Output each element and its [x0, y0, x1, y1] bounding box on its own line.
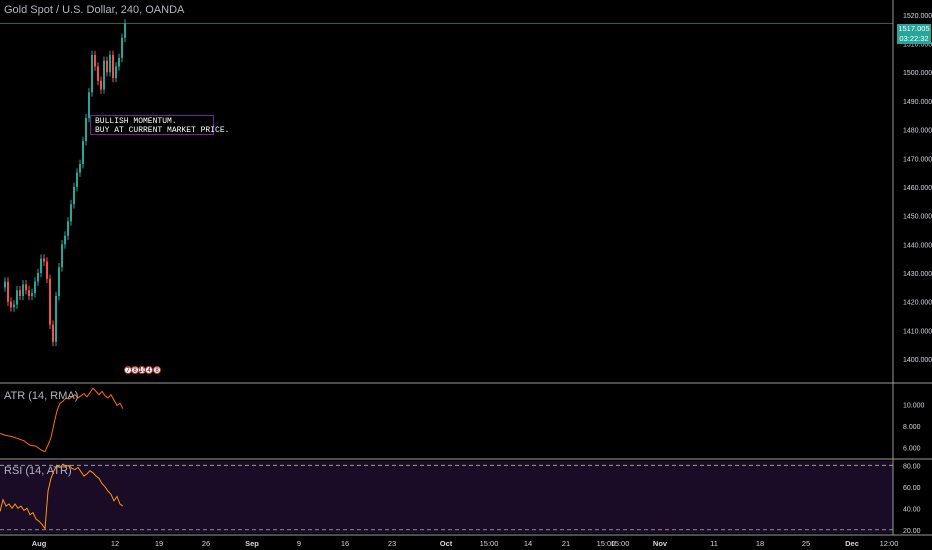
candle-body [94, 55, 96, 67]
time-axis-label: Aug [32, 539, 47, 548]
candle-body [91, 55, 93, 93]
price-tick-label: 1430.000 [903, 271, 932, 278]
time-axis-label: Sep [245, 539, 259, 548]
time-axis-label: 16 [341, 539, 349, 548]
rsi-label: RSI (14, ATR) [4, 465, 72, 477]
time-axis-label: Oct [440, 539, 453, 548]
candle-body [82, 141, 84, 165]
time-axis-label: 9 [297, 539, 301, 548]
price-tick-label: 1460.000 [903, 185, 932, 192]
countdown-badge: 03:22:32 [897, 34, 931, 44]
chart-canvas[interactable]: 1520.0001510.0001500.0001490.0001480.000… [0, 0, 932, 550]
candle-body [76, 172, 78, 187]
rsi-tick-label: 60.00 [903, 485, 921, 492]
economic-event-icon[interactable]: 8 [153, 366, 161, 374]
candle-body [70, 204, 72, 222]
candle-body [10, 301, 12, 308]
rsi-band-background [0, 461, 893, 533]
candle-body [43, 258, 45, 262]
time-axis-label: 23 [388, 539, 396, 548]
economic-event-icon[interactable]: 4 [145, 366, 153, 374]
candle-body [103, 60, 105, 90]
candle-body [37, 273, 39, 282]
candle-body [46, 261, 48, 279]
candle-body [7, 281, 9, 302]
candle-body [28, 290, 30, 296]
candle-body [31, 293, 33, 296]
time-axis-label: 11 [710, 539, 718, 548]
annotation-line-2: BUY AT CURRENT MARKET PRICE. [95, 126, 230, 135]
time-axis-label: Nov [653, 539, 668, 548]
candle-body [22, 284, 24, 296]
atr-label: ATR (14, RMA) [4, 390, 79, 402]
candle-body [52, 324, 54, 342]
annotation-line-1: BULLISH MOMENTUM. [95, 117, 177, 126]
candle-body [79, 164, 81, 173]
candle-body [118, 57, 120, 67]
candle-body [13, 304, 15, 308]
price-pane[interactable] [0, 19, 893, 347]
price-tick-label: 1410.000 [903, 328, 932, 335]
time-axis-label: 14 [524, 539, 532, 548]
time-axis-label: 12 [111, 539, 119, 548]
candle-body [64, 235, 66, 245]
candle-body [112, 55, 114, 78]
candle-body [100, 80, 102, 90]
time-axis-label: 18 [756, 539, 764, 548]
candle-body [25, 284, 27, 291]
candle-body [55, 295, 57, 342]
candle-body [61, 244, 63, 268]
candle-body [115, 66, 117, 78]
rsi-tick-label: 80.00 [903, 463, 921, 470]
candle-body [85, 118, 87, 142]
rsi-tick-label: 40.00 [903, 506, 921, 513]
price-tick-label: 1520.000 [903, 13, 932, 20]
trade-annotation[interactable]: BULLISH MOMENTUM. BUY AT CURRENT MARKET … [90, 115, 230, 135]
candle-body [40, 258, 42, 274]
candle-body [34, 281, 36, 294]
chart-title: Gold Spot / U.S. Dollar, 240, OANDA [4, 4, 185, 16]
last-price-badge: 1517.005 [897, 24, 931, 34]
price-tick-label: 1490.000 [903, 99, 932, 106]
time-axis-label: Dec [845, 539, 859, 548]
candle-body [109, 55, 111, 73]
candle-body [58, 267, 60, 296]
price-tick-label: 1470.000 [903, 156, 932, 163]
candle-body [124, 23, 126, 38]
time-axis-label: 21 [562, 539, 570, 548]
price-tick-label: 1450.000 [903, 214, 932, 221]
atr-tick-label: 6.000 [903, 445, 921, 452]
price-tick-label: 1480.000 [903, 128, 932, 135]
candle-body [97, 66, 99, 81]
candle-body [67, 221, 69, 236]
rsi-pane[interactable] [0, 461, 893, 533]
candle-body [16, 290, 18, 305]
price-tick-label: 1400.000 [903, 357, 932, 364]
rsi-tick-label: 20.00 [903, 528, 921, 535]
time-axis-label: 19 [155, 539, 163, 548]
time-axis-label: 25 [802, 539, 810, 548]
candle-body [73, 186, 75, 205]
price-tick-label: 1420.000 [903, 300, 932, 307]
price-tick-label: 1500.000 [903, 70, 932, 77]
candle-body [106, 60, 108, 73]
time-axis-label: 12:00 [880, 539, 899, 548]
candle-body [49, 278, 51, 325]
time-axis-label: 26 [202, 539, 210, 548]
time-axis-label: 15:00 [611, 539, 630, 548]
time-axis-label: 15:00 [480, 539, 499, 548]
price-tick-label: 1440.000 [903, 242, 932, 249]
atr-tick-label: 10.000 [903, 402, 925, 409]
candle-body [4, 281, 6, 288]
candle-body [121, 37, 123, 58]
candle-body [19, 290, 21, 296]
atr-tick-label: 8.000 [903, 424, 921, 431]
